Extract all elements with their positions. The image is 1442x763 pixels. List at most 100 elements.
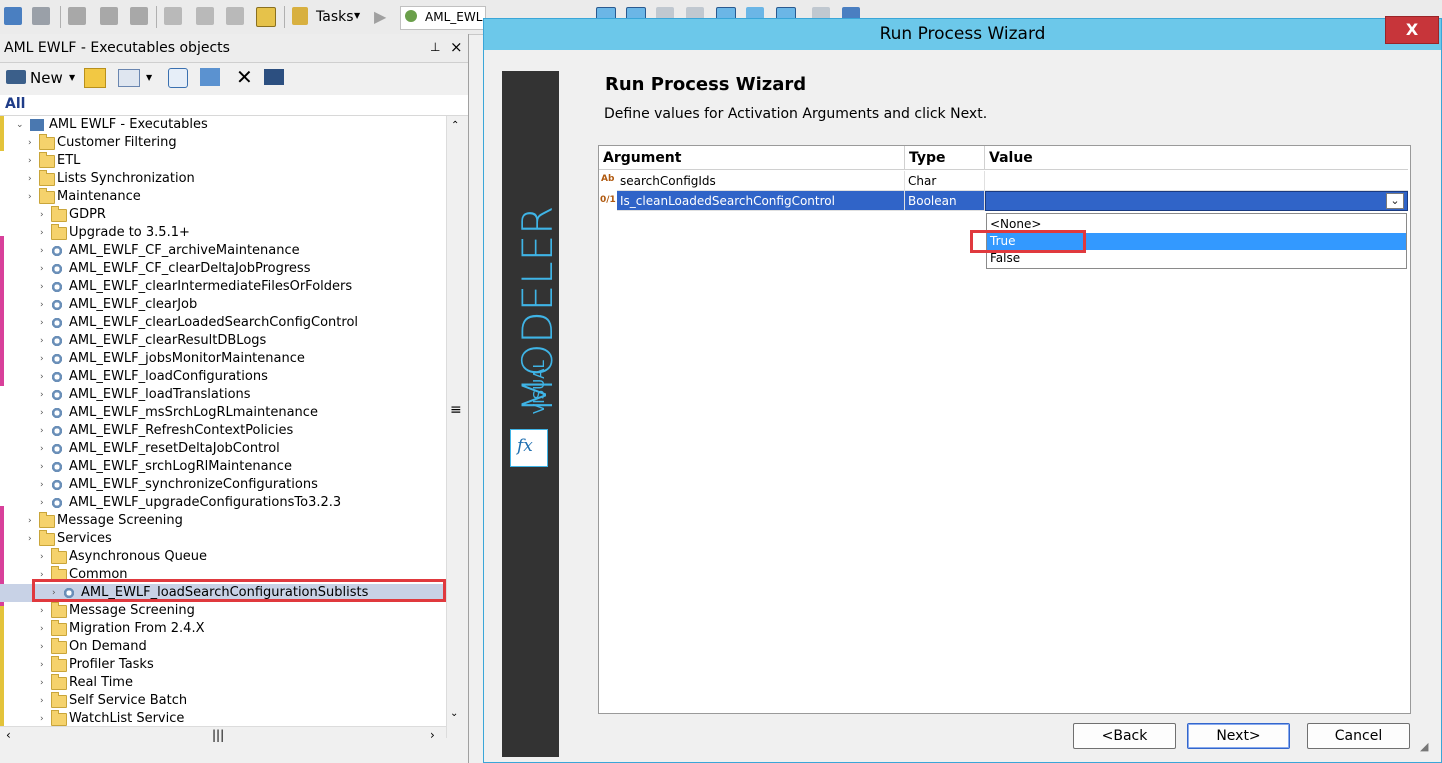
tasks-icon[interactable] bbox=[292, 7, 308, 25]
tree-folder-item[interactable]: › Message Screening bbox=[0, 512, 446, 530]
next-button[interactable]: Next> bbox=[1187, 723, 1290, 749]
spellcheck-icon[interactable] bbox=[196, 7, 214, 25]
value-cell[interactable] bbox=[985, 171, 1408, 191]
tree-horizontal-scrollbar[interactable]: ‹ ||| › bbox=[0, 726, 446, 745]
chevron-right-icon[interactable]: › bbox=[40, 206, 50, 224]
check-icon[interactable] bbox=[164, 7, 182, 25]
package-icon[interactable] bbox=[200, 68, 220, 86]
new-button[interactable]: New bbox=[30, 69, 63, 87]
pin-icon[interactable]: ⊥ bbox=[430, 40, 440, 54]
tree-folder-item[interactable]: › GDPR bbox=[0, 206, 446, 224]
chevron-right-icon[interactable]: › bbox=[40, 350, 50, 368]
tree-process-item[interactable]: › AML_EWLF_loadConfigurations bbox=[0, 368, 446, 386]
chevron-right-icon[interactable]: › bbox=[40, 224, 50, 242]
tree-process-item[interactable]: › AML_EWLF_clearIntermediateFilesOrFolder… bbox=[0, 278, 446, 296]
refresh-icon[interactable] bbox=[168, 68, 188, 88]
play-icon[interactable]: ▶ bbox=[374, 7, 386, 26]
tree-folder-item[interactable]: › Self Service Batch bbox=[0, 692, 446, 710]
table-row[interactable]: 0/1 Is_cleanLoadedSearchConfigControl Bo… bbox=[599, 191, 1408, 212]
tree-process-item[interactable]: › AML_EWLF_RefreshContextPolicies bbox=[0, 422, 446, 440]
chevron-right-icon[interactable]: › bbox=[40, 260, 50, 278]
chevron-down-icon[interactable]: ⌄ bbox=[16, 116, 26, 134]
delete-icon[interactable]: ✕ bbox=[236, 65, 253, 89]
close-button[interactable]: X bbox=[1385, 16, 1439, 44]
chevron-right-icon[interactable]: › bbox=[40, 404, 50, 422]
tree-folder-item[interactable]: › Profiler Tasks bbox=[0, 656, 446, 674]
back-button[interactable]: <Back bbox=[1073, 723, 1176, 749]
chevron-right-icon[interactable]: › bbox=[40, 314, 50, 332]
value-combobox[interactable]: ⌄ bbox=[985, 191, 1408, 211]
chevron-right-icon[interactable]: › bbox=[40, 656, 50, 674]
chevron-right-icon[interactable]: › bbox=[40, 332, 50, 350]
scroll-thumb-grip-icon[interactable]: ||| bbox=[212, 728, 224, 742]
tree-folder-item[interactable]: › Migration From 2.4.X bbox=[0, 620, 446, 638]
home-icon[interactable] bbox=[4, 7, 22, 25]
filter-all[interactable]: All bbox=[5, 96, 25, 112]
tree-folder-item[interactable]: › ETL bbox=[0, 152, 446, 170]
chevron-right-icon[interactable]: › bbox=[28, 134, 38, 152]
tasks-menu[interactable]: Tasks bbox=[316, 9, 354, 25]
chevron-right-icon[interactable]: › bbox=[40, 278, 50, 296]
chevron-right-icon[interactable]: › bbox=[40, 620, 50, 638]
column-header-type[interactable]: Type bbox=[905, 146, 985, 170]
tree-process-item[interactable]: › AML_EWLF_clearLoadedSearchConfigControl bbox=[0, 314, 446, 332]
tree-folder-item[interactable]: › Upgrade to 3.5.1+ bbox=[0, 224, 446, 242]
close-icon[interactable]: × bbox=[450, 38, 463, 56]
scroll-up-icon[interactable]: ⌃ bbox=[451, 120, 459, 131]
chevron-right-icon[interactable]: › bbox=[40, 692, 50, 710]
chevron-right-icon[interactable]: › bbox=[40, 296, 50, 314]
tree-process-item[interactable]: › AML_EWLF_loadTranslations bbox=[0, 386, 446, 404]
table-row[interactable]: Ab searchConfigIds Char bbox=[599, 171, 1408, 191]
tree-process-item[interactable]: › AML_EWLF_clearJob bbox=[0, 296, 446, 314]
chevron-right-icon[interactable]: › bbox=[28, 170, 38, 188]
tree-folder-item[interactable]: › Customer Filtering bbox=[0, 134, 446, 152]
tree-process-item[interactable]: › AML_EWLF_msSrchLogRLmaintenance bbox=[0, 404, 446, 422]
chevron-down-icon[interactable]: ▼ bbox=[69, 73, 75, 82]
hierarchy-icon[interactable] bbox=[32, 7, 50, 25]
chevron-right-icon[interactable]: › bbox=[40, 548, 50, 566]
tree-folder-item[interactable]: › Real Time bbox=[0, 674, 446, 692]
calculator-icon[interactable] bbox=[256, 7, 276, 27]
chevron-right-icon[interactable]: › bbox=[40, 368, 50, 386]
find-icon[interactable] bbox=[226, 7, 244, 25]
tree-process-item[interactable]: › AML_EWLF_srchLogRlMaintenance bbox=[0, 458, 446, 476]
chevron-right-icon[interactable]: › bbox=[28, 512, 38, 530]
chevron-right-icon[interactable]: › bbox=[40, 638, 50, 656]
tree-process-item[interactable]: › AML_EWLF_synchronizeConfigurations bbox=[0, 476, 446, 494]
chevron-right-icon[interactable]: › bbox=[28, 152, 38, 170]
column-header-value[interactable]: Value bbox=[985, 146, 1408, 170]
copy-icon[interactable] bbox=[68, 7, 86, 25]
tree-process-item[interactable]: › AML_EWLF_CF_archiveMaintenance bbox=[0, 242, 446, 260]
chevron-right-icon[interactable]: › bbox=[28, 188, 38, 206]
tree-process-item[interactable]: › AML_EWLF_upgradeConfigurationsTo3.2.3 bbox=[0, 494, 446, 512]
scroll-down-icon[interactable]: ⌄ bbox=[450, 708, 458, 719]
new-folder-icon[interactable] bbox=[84, 68, 106, 88]
chevron-right-icon[interactable]: › bbox=[28, 530, 38, 548]
document-tab[interactable]: AML_EWL bbox=[400, 6, 486, 30]
tree-folder-item[interactable]: › Maintenance bbox=[0, 188, 446, 206]
rename-icon[interactable] bbox=[264, 69, 284, 85]
save-all-icon[interactable] bbox=[130, 7, 148, 25]
tree-view-icon[interactable] bbox=[118, 69, 140, 87]
tree-folder-item[interactable]: › Asynchronous Queue bbox=[0, 548, 446, 566]
chevron-right-icon[interactable]: › bbox=[40, 422, 50, 440]
chevron-down-icon[interactable]: ⌄ bbox=[1386, 193, 1404, 209]
chevron-right-icon[interactable]: › bbox=[40, 458, 50, 476]
chevron-down-icon[interactable]: ▼ bbox=[146, 73, 152, 82]
cancel-button[interactable]: Cancel bbox=[1307, 723, 1410, 749]
tree-folder-item[interactable]: › Lists Synchronization bbox=[0, 170, 446, 188]
column-header-argument[interactable]: Argument bbox=[599, 146, 905, 170]
chevron-right-icon[interactable]: › bbox=[40, 602, 50, 620]
tree-process-item[interactable]: › AML_EWLF_clearResultDBLogs bbox=[0, 332, 446, 350]
tree-process-item[interactable]: › AML_EWLF_CF_clearDeltaJobProgress bbox=[0, 260, 446, 278]
scroll-left-icon[interactable]: ‹ bbox=[6, 728, 11, 742]
scroll-thumb-grip-icon[interactable]: ≡ bbox=[450, 402, 462, 418]
chevron-right-icon[interactable]: › bbox=[40, 440, 50, 458]
tree-process-item[interactable]: › AML_EWLF_resetDeltaJobControl bbox=[0, 440, 446, 458]
chevron-right-icon[interactable]: › bbox=[40, 494, 50, 512]
tree-folder-item[interactable]: › On Demand bbox=[0, 638, 446, 656]
scroll-right-icon[interactable]: › bbox=[430, 728, 435, 742]
chevron-right-icon[interactable]: › bbox=[40, 674, 50, 692]
chevron-right-icon[interactable]: › bbox=[40, 386, 50, 404]
chevron-right-icon[interactable]: › bbox=[40, 242, 50, 260]
